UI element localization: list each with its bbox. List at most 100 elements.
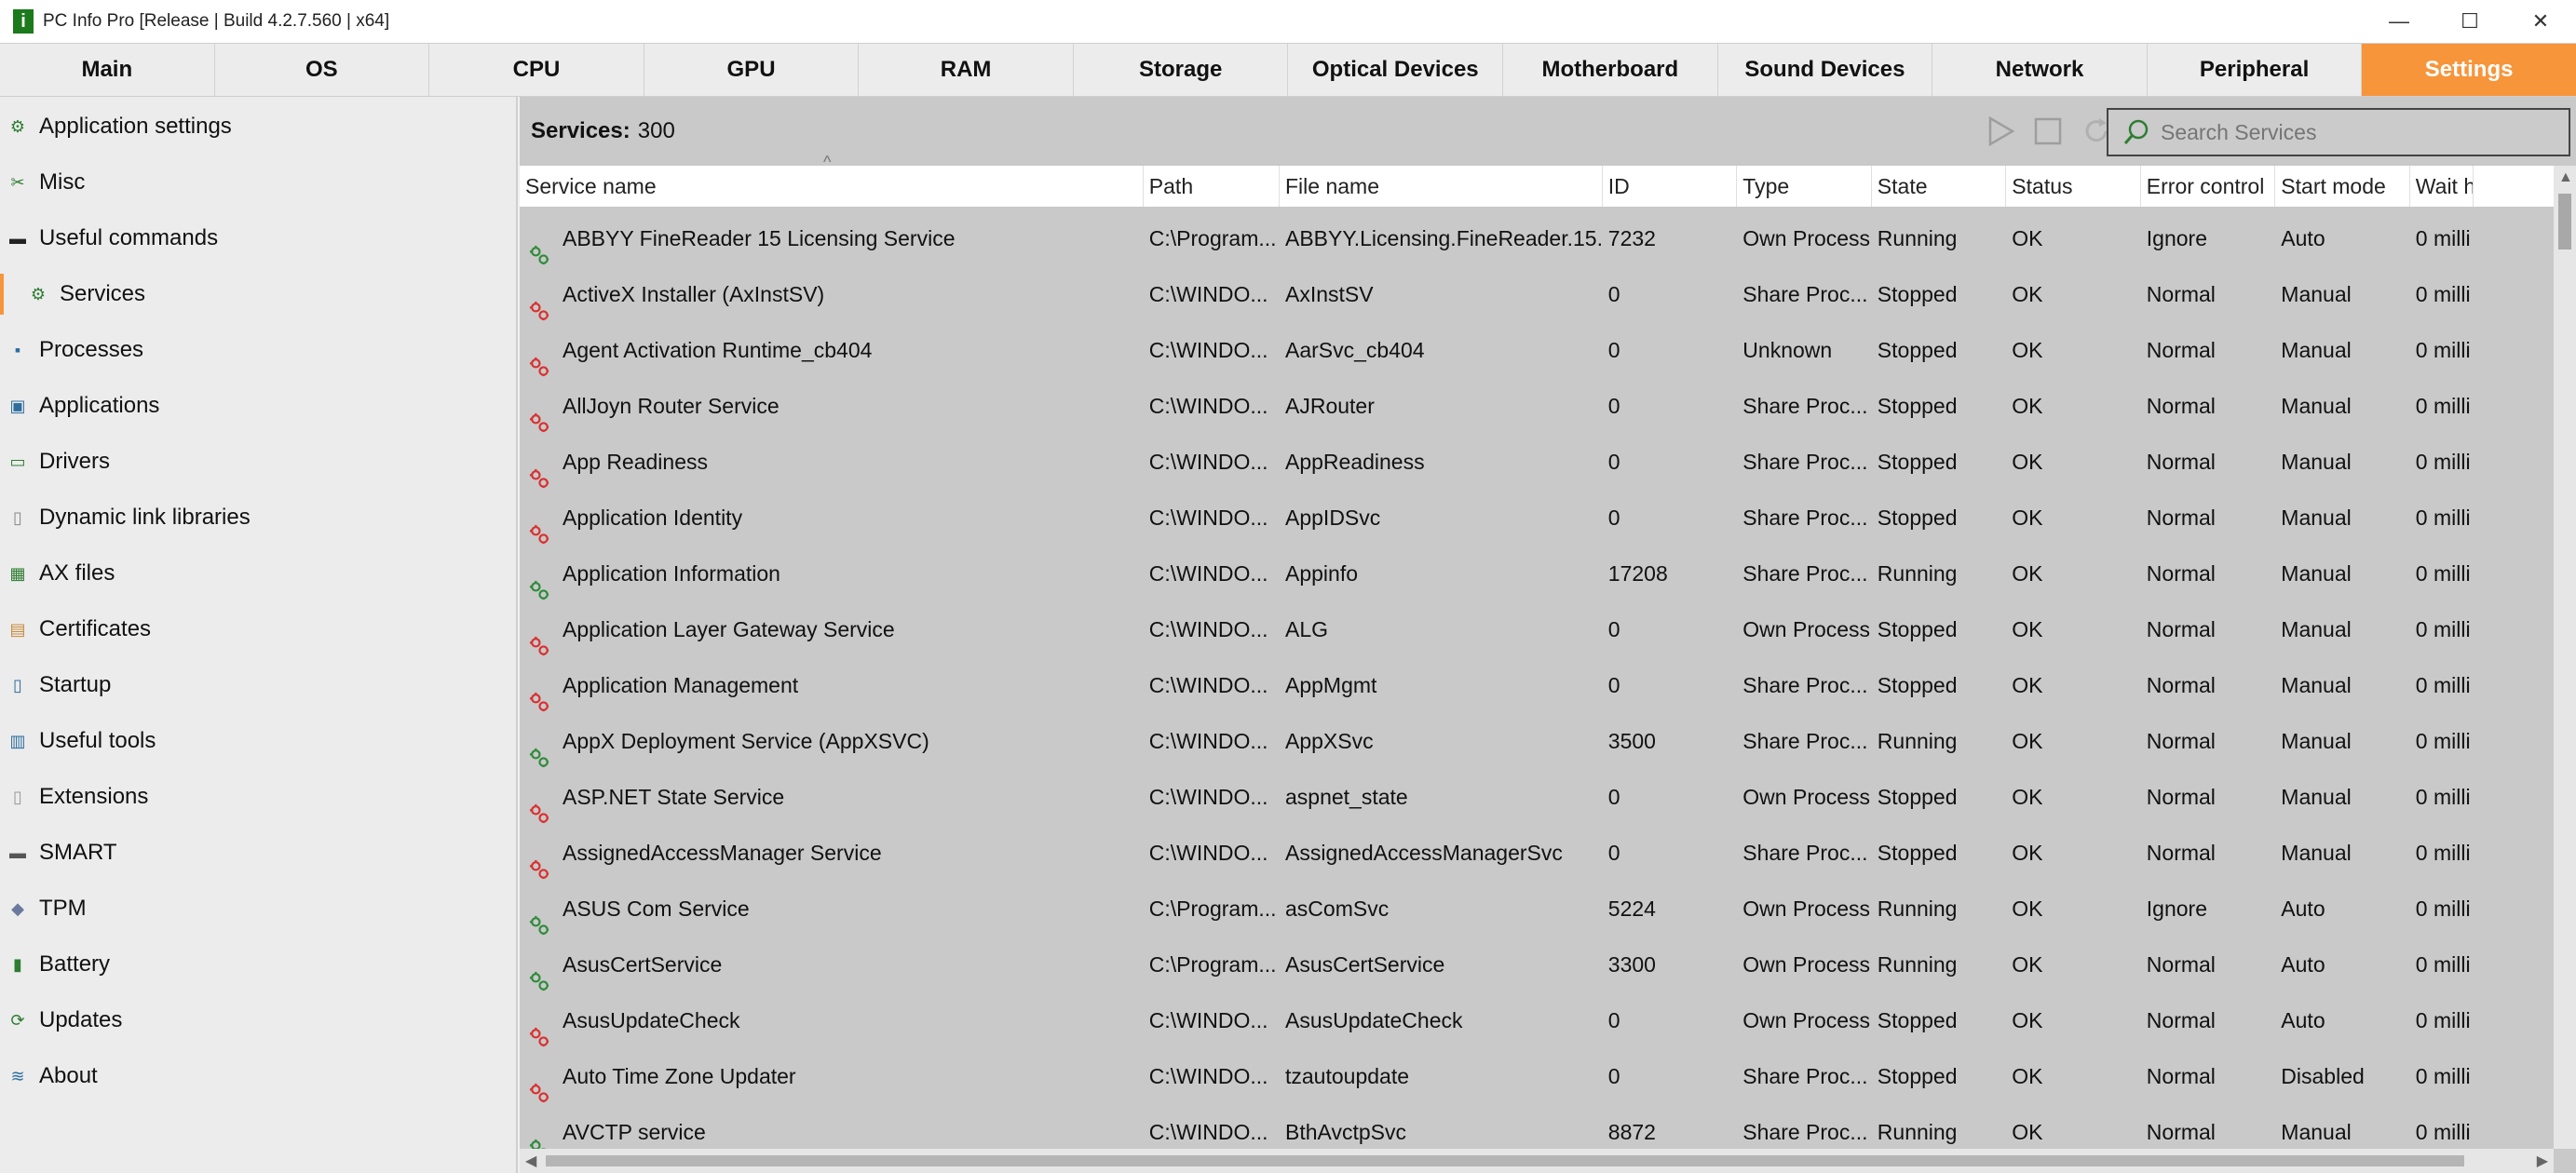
scroll-up-icon[interactable]: ▲: [2558, 169, 2573, 186]
column-header-file-name[interactable]: File name: [1280, 166, 1603, 207]
table-row[interactable]: AsusUpdateCheck C:\WINDO... AsusUpdateChec…: [520, 992, 2554, 1048]
table-row[interactable]: ABBYY FineReader 15 Licensing Service C:\…: [520, 210, 2554, 266]
tab-motherboard[interactable]: Motherboard: [1503, 44, 1718, 96]
table-row[interactable]: AVCTP service C:\WINDO... BthAvctpSvc 8872 S…: [520, 1104, 2554, 1149]
sidebar-item-extensions[interactable]: ▯ Extensions: [0, 769, 516, 825]
vertical-scrollbar[interactable]: ▲: [2554, 166, 2576, 1149]
cell-type: Share Proc...: [1742, 394, 1868, 418]
column-header-state[interactable]: State: [1872, 166, 2007, 207]
cell-status: OK: [2012, 394, 2043, 418]
cell-state: Stopped: [1877, 450, 1958, 474]
cell-path: C:\WINDO...: [1148, 841, 1268, 865]
stop-service-button[interactable]: [2030, 114, 2066, 149]
start-service-button[interactable]: [1982, 114, 2017, 149]
sidebar-item-processes[interactable]: ▪ Processes: [0, 322, 516, 378]
table-row[interactable]: AllJoyn Router Service C:\WINDO... AJRoute…: [520, 378, 2554, 434]
tab-network[interactable]: Network: [1932, 44, 2148, 96]
cell-path: C:\Program...: [1148, 897, 1277, 921]
sidebar-item-battery[interactable]: ▮ Battery: [0, 937, 516, 992]
search-box[interactable]: [2107, 108, 2570, 156]
cell-service-name: ASUS Com Service: [520, 881, 1144, 937]
table-row[interactable]: ASP.NET State Service C:\WINDO... aspnet_s…: [520, 769, 2554, 825]
service-name-text: ASP.NET State Service: [563, 785, 785, 809]
service-stopped-icon: [529, 677, 549, 712]
sidebar-item-drivers[interactable]: ▭ Drivers: [0, 434, 516, 490]
cell-service-name: ActiveX Installer (AxInstSV): [520, 266, 1144, 322]
table-row[interactable]: Agent Activation Runtime_cb404 C:\WINDO..…: [520, 322, 2554, 378]
column-header-path[interactable]: Path: [1144, 166, 1280, 207]
cell-wait-h: 0 milli: [2415, 841, 2471, 865]
tab-sound-devices[interactable]: Sound Devices: [1717, 44, 1933, 96]
cell-wait-h: 0 milli: [2415, 282, 2471, 306]
cell-start-mode: Manual: [2281, 785, 2352, 809]
sidebar-item-smart[interactable]: ▬ SMART: [0, 825, 516, 881]
sidebar-item-tpm[interactable]: ◆ TPM: [0, 881, 516, 937]
column-header-start-mode[interactable]: Start mode: [2275, 166, 2410, 207]
cell-file-name: Appinfo: [1285, 561, 1359, 586]
horizontal-scrollbar[interactable]: ◀ ▶: [520, 1149, 2554, 1173]
smart-icon: ▬: [9, 843, 26, 862]
sidebar-item-ax-files[interactable]: ▦ AX files: [0, 546, 516, 601]
vertical-scroll-thumb[interactable]: [2558, 194, 2571, 249]
sidebar-item-applications[interactable]: ▣ Applications: [0, 378, 516, 434]
sidebar-item-useful-tools[interactable]: ▥ Useful tools: [0, 713, 516, 769]
cell-start-mode: Manual: [2281, 394, 2352, 418]
sidebar-item-application-settings[interactable]: ⚙ Application settings: [0, 99, 516, 155]
table-row[interactable]: Application Information C:\WINDO... Appinf…: [520, 546, 2554, 601]
cell-type: Own Process: [1742, 226, 1871, 250]
table-row[interactable]: ActiveX Installer (AxInstSV) C:\WINDO... A…: [520, 266, 2554, 322]
cell-start-mode: Manual: [2281, 450, 2352, 474]
table-row[interactable]: AsusCertService C:\Program... AsusCertServ…: [520, 937, 2554, 992]
tab-gpu[interactable]: GPU: [644, 44, 860, 96]
cell-error-control: Normal: [2146, 338, 2216, 362]
cell-wait-h: 0 milli: [2415, 450, 2471, 474]
tab-ram[interactable]: RAM: [859, 44, 1074, 96]
cell-status: OK: [2012, 729, 2043, 753]
maximize-button[interactable]: ☐: [2434, 0, 2505, 43]
scroll-left-icon[interactable]: ◀: [525, 1152, 536, 1170]
minimize-button[interactable]: —: [2364, 0, 2434, 43]
column-header-id[interactable]: ID: [1603, 166, 1738, 207]
sidebar-item-useful-commands[interactable]: ▬ Useful commands: [0, 210, 516, 266]
cell-service-name: Application Layer Gateway Service: [520, 601, 1144, 657]
column-header-service-name[interactable]: Service name: [520, 166, 1144, 207]
service-name-text: AsusCertService: [563, 952, 723, 977]
tab-cpu[interactable]: CPU: [429, 44, 644, 96]
tab-os[interactable]: OS: [214, 44, 430, 96]
table-row[interactable]: ASUS Com Service C:\Program... asComSvc 522…: [520, 881, 2554, 937]
table-row[interactable]: App Readiness C:\WINDO... AppReadiness 0 Sha…: [520, 434, 2554, 490]
cell-state: Running: [1877, 729, 1958, 753]
scroll-right-icon[interactable]: ▶: [2537, 1152, 2548, 1170]
tab-main[interactable]: Main: [0, 44, 215, 96]
table-row[interactable]: Application Identity C:\WINDO... AppIDSvc 0…: [520, 490, 2554, 546]
sidebar-item-dynamic-link-libraries[interactable]: ▯ Dynamic link libraries: [0, 490, 516, 546]
horizontal-scroll-thumb[interactable]: [546, 1155, 2464, 1166]
search-input[interactable]: [2161, 119, 2533, 145]
sidebar-item-services[interactable]: ⚙ Services: [0, 266, 516, 322]
cell-id: 5224: [1607, 897, 1656, 921]
cell-type: Share Proc...: [1742, 1064, 1868, 1088]
tab-settings[interactable]: Settings: [2362, 44, 2576, 96]
cell-status: OK: [2012, 338, 2043, 362]
table-row[interactable]: AssignedAccessManager Service C:\WINDO...…: [520, 825, 2554, 881]
table-row[interactable]: Application Management C:\WINDO... AppMgmt…: [520, 657, 2554, 713]
cell-status: OK: [2012, 1008, 2043, 1032]
column-header-wait-h[interactable]: Wait h: [2410, 166, 2474, 207]
sidebar-item-updates[interactable]: ⟳ Updates: [0, 992, 516, 1048]
sidebar-item-misc[interactable]: ✂ Misc: [0, 155, 516, 210]
sidebar-item-certificates[interactable]: ▤ Certificates: [0, 601, 516, 657]
close-button[interactable]: ✕: [2505, 0, 2576, 43]
sidebar-item-about[interactable]: ≋ About: [0, 1048, 516, 1104]
tab-optical-devices[interactable]: Optical Devices: [1288, 44, 1504, 96]
column-header-type[interactable]: Type: [1737, 166, 1872, 207]
service-name-text: Application Identity: [563, 506, 743, 530]
ax-file-icon: ▦: [9, 563, 26, 583]
sidebar-item-startup[interactable]: ▯ Startup: [0, 657, 516, 713]
table-row[interactable]: Application Layer Gateway Service C:\WIND…: [520, 601, 2554, 657]
tab-storage[interactable]: Storage: [1073, 44, 1289, 96]
table-row[interactable]: Auto Time Zone Updater C:\WINDO... tzautou…: [520, 1048, 2554, 1104]
tab-peripheral[interactable]: Peripheral: [2147, 44, 2363, 96]
column-header-status[interactable]: Status: [2006, 166, 2141, 207]
table-row[interactable]: AppX Deployment Service (AppXSVC) C:\WIND…: [520, 713, 2554, 769]
column-header-error-control[interactable]: Error control: [2141, 166, 2276, 207]
